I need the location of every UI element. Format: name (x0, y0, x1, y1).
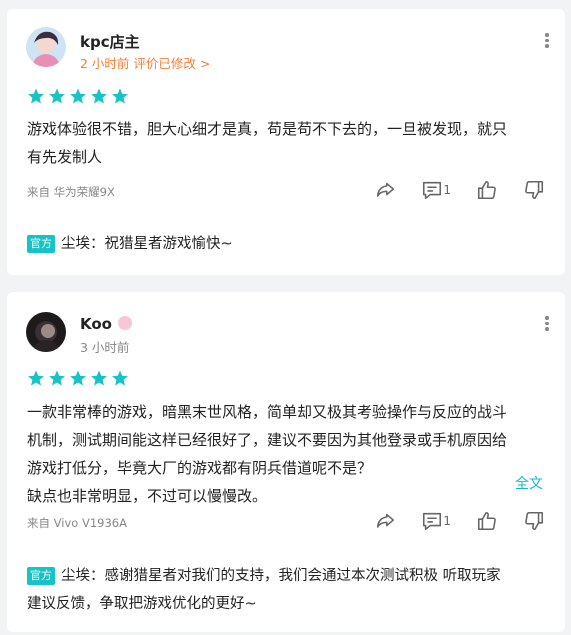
review-content[interactable]: 游戏体验很不错，胆大心细才是真，苟是苟不下去的，一旦被发现，就只 有先发制人 (27, 115, 547, 171)
star-icon (70, 370, 86, 386)
badge-icon (118, 316, 133, 330)
review-card: kpc店主 2 小时前 评价已修改 > 游戏体验很不错，胆大心细才是真，苟是苟不… (7, 9, 565, 275)
username-text: Koo (80, 315, 112, 333)
comment-icon (423, 181, 442, 200)
star-rating (27, 87, 129, 105)
more-options-icon[interactable] (543, 314, 551, 332)
review-actions: 1 (349, 179, 545, 201)
user-avatar[interactable] (26, 312, 66, 352)
review-content-line: 一款非常棒的游戏，暗黑末世风格，简单却又极其考验操作与反应的战斗 (27, 403, 508, 421)
star-icon (112, 370, 128, 386)
star-icon (49, 88, 65, 104)
review-content-line: 游戏体验很不错，胆大心细才是真，苟是苟不下去的，一旦被发现，就只 (27, 120, 508, 138)
dislike-button[interactable] (523, 510, 545, 532)
review-card: Koo 3 小时前 一款非常棒的游戏，暗黑末世风格，简单却又极其考验操作与反应的… (7, 292, 565, 632)
star-rating (27, 369, 129, 387)
comment-button[interactable]: 1 (421, 179, 451, 201)
comment-count: 1 (443, 183, 451, 197)
share-icon (377, 182, 395, 197)
comment-button[interactable]: 1 (421, 510, 451, 532)
official-reply-line: 官方 尘埃：感谢猎星者对我们的支持，我们会通过本次测试积极 听取玩家 (27, 562, 557, 590)
thumbs-up-icon (477, 511, 496, 531)
official-reply-text: 建议反馈，争取把游戏优化的更好~ (27, 596, 257, 612)
star-icon (91, 88, 107, 104)
review-actions: 1 (349, 510, 545, 532)
thumbs-up-icon (477, 180, 496, 200)
username[interactable]: kpc店主 (80, 31, 140, 52)
like-button[interactable] (476, 510, 498, 532)
star-icon (28, 88, 44, 104)
official-reply[interactable]: 官方 尘埃：祝猎星者游戏愉快~ (27, 230, 557, 258)
review-content[interactable]: 一款非常棒的游戏，暗黑末世风格，简单却又极其考验操作与反应的战斗 机制，测试期间… (27, 398, 547, 510)
thumbs-down-icon (525, 180, 544, 200)
star-icon (28, 370, 44, 386)
username[interactable]: Koo (80, 315, 133, 333)
comment-icon (423, 512, 442, 531)
thumbs-down-icon (525, 511, 544, 531)
like-button[interactable] (476, 179, 498, 201)
more-options-icon[interactable] (543, 31, 551, 49)
share-button[interactable] (374, 179, 396, 201)
device-info: 来自 华为荣耀9X (27, 185, 115, 199)
star-icon (70, 88, 86, 104)
review-time: 3 小时前 (80, 340, 130, 355)
star-icon (91, 370, 107, 386)
review-content-line: 机制，测试期间能这样已经很好了，建议不要因为其他登录或手机原因给 (27, 431, 508, 449)
review-content-line: 游戏打低分，毕竟大厂的游戏都有阴兵借道呢不是？ (27, 459, 373, 477)
review-time-edited[interactable]: 2 小时前 评价已修改 > (80, 53, 210, 72)
dislike-button[interactable] (523, 179, 545, 201)
official-badge: 官方 (27, 235, 55, 253)
official-badge: 官方 (27, 567, 55, 585)
official-reply-text: 尘埃：祝猎星者游戏愉快~ (61, 236, 233, 252)
full-text-link[interactable]: 全文 (515, 473, 543, 493)
share-button[interactable] (374, 510, 396, 532)
comment-count: 1 (443, 514, 451, 528)
device-info: 来自 Vivo V1936A (27, 516, 127, 530)
review-content-line: 有先发制人 (27, 148, 103, 166)
review-content-line: 缺点也非常明显，不过可以慢慢改。 (27, 487, 268, 505)
official-reply[interactable]: 官方 尘埃：感谢猎星者对我们的支持，我们会通过本次测试积极 听取玩家 建议反馈，争… (27, 562, 557, 618)
official-reply-line: 官方 尘埃：祝猎星者游戏愉快~ (27, 230, 557, 258)
star-icon (49, 370, 65, 386)
user-avatar[interactable] (26, 27, 66, 67)
share-icon (377, 513, 395, 528)
star-icon (112, 88, 128, 104)
official-reply-text: 尘埃：感谢猎星者对我们的支持，我们会通过本次测试积极 听取玩家 (61, 568, 501, 584)
